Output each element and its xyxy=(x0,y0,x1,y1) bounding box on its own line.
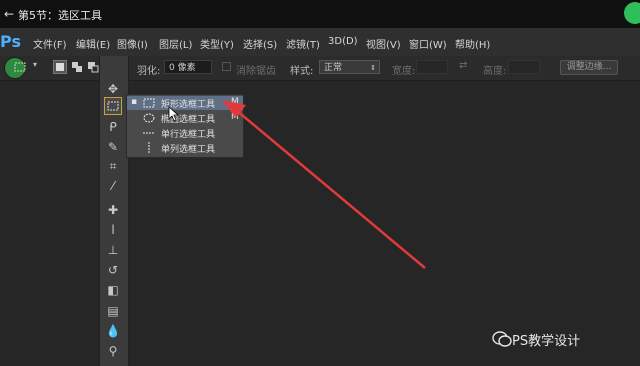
antialias-checkbox[interactable] xyxy=(222,62,231,71)
flyout-item-rect-marquee[interactable]: ▪ 矩形选框工具 M xyxy=(127,96,243,110)
width-label: 宽度: xyxy=(392,66,416,77)
feather-input[interactable]: 0 像素 xyxy=(164,60,212,74)
add-to-selection-icon[interactable] xyxy=(70,60,84,74)
flyout-item-ellipse-marquee[interactable]: 椭圆选框工具 M xyxy=(127,111,243,125)
height-label: 高度: xyxy=(483,66,507,77)
move-tool[interactable]: ✥ xyxy=(104,80,122,98)
menu-filter[interactable]: 滤镜(T) xyxy=(286,36,320,51)
wechat-float-icon[interactable] xyxy=(624,2,640,24)
video-title: 第5节：选区工具 xyxy=(18,9,102,22)
rect-marquee-tool[interactable] xyxy=(104,97,122,115)
menu-select[interactable]: 选择(S) xyxy=(243,36,277,51)
subtract-from-selection-icon[interactable] xyxy=(86,60,100,74)
single-column-marquee-icon xyxy=(148,142,150,154)
new-selection-icon[interactable] xyxy=(53,60,67,74)
eyedropper-tool[interactable]: ⁄ xyxy=(104,177,122,195)
rect-marquee-icon xyxy=(107,101,119,111)
antialias-label: 消除锯齿 xyxy=(236,66,276,77)
swap-arrows-icon[interactable]: ⇄ xyxy=(459,60,467,71)
flyout-item-shortcut: M xyxy=(231,97,239,107)
menu-help[interactable]: 帮助(H) xyxy=(455,36,490,51)
ps-logo: Ps xyxy=(0,32,21,51)
menu-edit[interactable]: 编辑(E) xyxy=(76,36,110,51)
style-select[interactable]: 正常 ⇕ xyxy=(319,60,380,74)
flyout-item-single-row-marquee[interactable]: 单行选框工具 xyxy=(127,126,243,140)
single-row-marquee-icon xyxy=(143,132,155,134)
mouse-cursor-icon xyxy=(168,106,180,122)
back-arrow-icon[interactable]: ← xyxy=(4,7,14,21)
menu-image[interactable]: 图像(I) xyxy=(117,36,148,51)
chevron-down-icon[interactable]: ▾ xyxy=(33,60,37,69)
clone-stamp-tool[interactable]: ⊥ xyxy=(104,241,122,259)
menu-layer[interactable]: 图层(L) xyxy=(159,36,192,51)
menu-3d[interactable]: 3D(D) xyxy=(328,36,358,47)
menu-window[interactable]: 窗口(W) xyxy=(409,36,447,51)
tool-preset-marquee-icon[interactable] xyxy=(13,60,27,74)
feather-label: 羽化: xyxy=(137,66,161,77)
video-title-bar: ← 第5节：选区工具 xyxy=(0,0,640,28)
gradient-tool[interactable]: ▤ xyxy=(104,302,122,320)
flyout-item-shortcut: M xyxy=(231,112,239,122)
width-input[interactable] xyxy=(416,60,448,74)
selected-bullet-icon: ▪ xyxy=(131,97,138,107)
menu-file[interactable]: 文件(F) xyxy=(33,36,67,51)
brush-tool[interactable]: ⅼ xyxy=(104,221,122,239)
wechat-logo-icon xyxy=(492,331,512,347)
flyout-item-label: 单行选框工具 xyxy=(161,130,216,140)
rect-marquee-icon xyxy=(143,98,155,108)
refine-edge-button[interactable]: 调整边缘... xyxy=(560,60,618,75)
quick-selection-tool[interactable]: ✎ xyxy=(104,138,122,156)
flyout-item-single-column-marquee[interactable]: 单列选框工具 xyxy=(127,141,243,155)
blur-tool[interactable]: 💧 xyxy=(104,322,122,340)
style-select-value: 正常 xyxy=(324,63,343,73)
height-input[interactable] xyxy=(508,60,540,74)
menu-view[interactable]: 视图(V) xyxy=(366,36,401,51)
menu-type[interactable]: 类型(Y) xyxy=(200,36,234,51)
healing-brush-tool[interactable]: ✚ xyxy=(104,201,122,219)
style-label: 样式: xyxy=(290,66,314,77)
dodge-tool[interactable]: ⚲ xyxy=(104,342,122,360)
eraser-tool[interactable]: ◧ xyxy=(104,281,122,299)
watermark-text: PS教学设计 xyxy=(512,334,581,349)
flyout-item-label: 单列选框工具 xyxy=(161,145,216,155)
crop-tool[interactable]: ⌗ xyxy=(104,157,122,175)
ellipse-marquee-icon xyxy=(143,113,155,123)
history-brush-tool[interactable]: ↺ xyxy=(104,261,122,279)
select-arrows-icon: ⇕ xyxy=(370,64,376,72)
lasso-tool[interactable]: ᑭ xyxy=(104,118,122,136)
